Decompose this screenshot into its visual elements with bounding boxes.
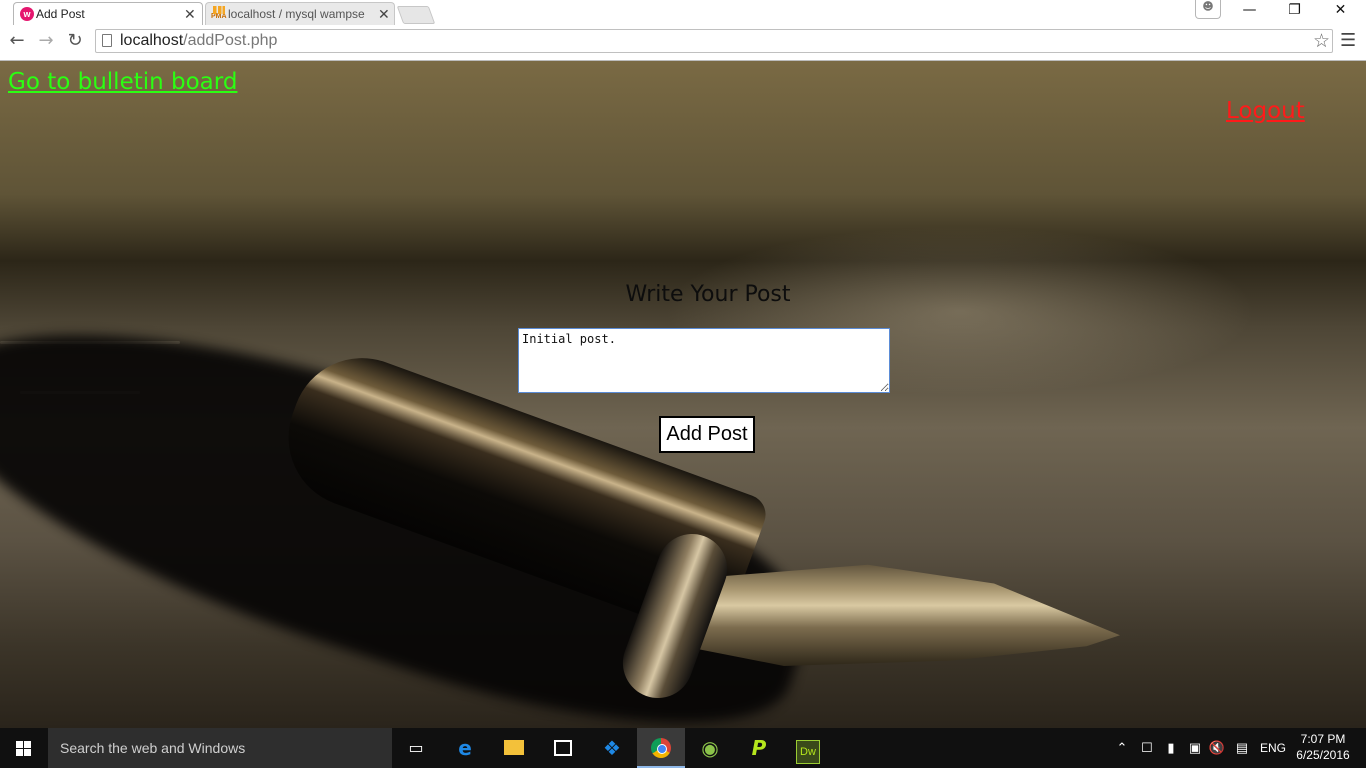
phpstorm-icon[interactable]: P: [735, 728, 783, 768]
touch-keyboard-icon[interactable]: ☐: [1138, 728, 1156, 768]
tab-title: Add Post: [36, 7, 85, 21]
taskbar: Search the web and Windows ▭ e ❖ ◉ P Dw …: [0, 728, 1366, 768]
store-icon[interactable]: [539, 728, 587, 768]
logout-link[interactable]: Logout: [1226, 98, 1305, 124]
dreamweaver-icon[interactable]: Dw: [784, 728, 832, 768]
file-explorer-icon[interactable]: [490, 728, 538, 768]
back-arrow-icon[interactable]: ←: [7, 31, 27, 51]
forward-arrow-icon[interactable]: →: [36, 31, 56, 51]
browser-toolbar: ← → ↻ localhost/addPost.php ☆ ☰: [0, 25, 1366, 61]
new-tab-button[interactable]: [396, 6, 436, 24]
taskbar-clock[interactable]: 7:07 PM 6/25/2016: [1293, 731, 1353, 763]
bookmark-star-icon[interactable]: ☆: [1313, 30, 1330, 52]
tab-title: localhost / mysql wampse: [228, 7, 365, 21]
search-placeholder: Search the web and Windows: [60, 740, 246, 756]
windows-start-icon[interactable]: [0, 728, 48, 768]
edge-icon[interactable]: e: [441, 728, 489, 768]
network-icon[interactable]: ▣: [1186, 728, 1204, 768]
task-view-icon[interactable]: ▭: [392, 728, 440, 768]
bulletin-board-link[interactable]: Go to bulletin board: [8, 69, 237, 95]
tab-phpmyadmin[interactable]: PMA localhost / mysql wampse ✕: [205, 2, 395, 25]
taskbar-search-box[interactable]: Search the web and Windows: [48, 728, 392, 768]
add-post-button[interactable]: Add Post: [659, 416, 755, 453]
chrome-icon[interactable]: [637, 728, 685, 768]
phpmyadmin-icon: PMA: [211, 6, 227, 22]
post-textarea[interactable]: Initial post.: [518, 328, 890, 393]
clock-date: 6/25/2016: [1296, 748, 1350, 762]
page-title: Write Your Post: [625, 282, 791, 307]
close-tab-icon[interactable]: ✕: [378, 6, 390, 23]
close-window-button[interactable]: ✕: [1318, 2, 1363, 22]
dropbox-icon[interactable]: ❖: [588, 728, 636, 768]
wamp-icon: w: [20, 7, 34, 21]
close-tab-icon[interactable]: ✕: [184, 6, 196, 23]
profile-icon[interactable]: ☻: [1195, 0, 1221, 19]
restore-button[interactable]: ❐: [1272, 2, 1317, 22]
tab-strip: w Add Post ✕ PMA localhost / mysql wamps…: [0, 0, 1366, 25]
page-background: Go to bulletin board Logout Write Your P…: [0, 61, 1366, 728]
address-bar[interactable]: localhost/addPost.php ☆: [95, 29, 1333, 53]
url-text[interactable]: localhost/addPost.php: [120, 32, 277, 50]
action-center-icon[interactable]: ▤: [1233, 728, 1251, 768]
minimize-button[interactable]: —: [1227, 2, 1272, 22]
page-icon: [102, 34, 112, 47]
language-indicator[interactable]: ENG: [1258, 728, 1288, 768]
battery-icon[interactable]: ▮: [1162, 728, 1180, 768]
volume-muted-icon[interactable]: 🔇: [1208, 728, 1226, 768]
clock-time: 7:07 PM: [1300, 732, 1346, 746]
menu-icon[interactable]: ☰: [1340, 32, 1356, 50]
reload-icon[interactable]: ↻: [65, 31, 85, 51]
tab-add-post[interactable]: w Add Post ✕: [13, 2, 203, 25]
android-studio-icon[interactable]: ◉: [686, 728, 734, 768]
chevron-up-icon[interactable]: ⌃: [1114, 728, 1130, 768]
